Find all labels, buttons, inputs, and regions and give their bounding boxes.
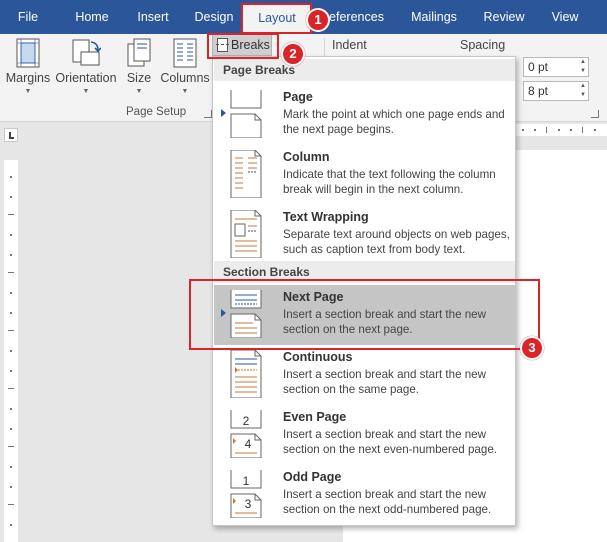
even-page-section-icon: 2 4	[230, 410, 262, 458]
menu-item-title: Text Wrapping	[283, 210, 369, 224]
ruler-tick	[8, 504, 14, 505]
orientation-icon	[72, 39, 101, 66]
ruler-tick	[10, 350, 12, 352]
menu-section-page-breaks: Page Breaks	[214, 59, 515, 81]
ruler-tick	[8, 388, 14, 389]
tab-design[interactable]: Design	[188, 0, 240, 34]
ruler-tick	[10, 196, 12, 198]
menu-item-odd-page[interactable]: 1 3 Odd Page Insert a section break and …	[214, 465, 515, 525]
annotation-badge-1: 1	[306, 8, 330, 32]
chevron-down-icon: ▼	[135, 88, 143, 95]
menu-item-title: Continuous	[283, 350, 353, 364]
annotation-badge-3: 3	[520, 336, 544, 360]
ruler-tick	[10, 234, 12, 236]
size-icon	[127, 38, 151, 67]
ruler-tick	[10, 292, 12, 294]
columns-button[interactable]: Columns ▼	[158, 34, 212, 100]
tab-insert[interactable]: Insert	[128, 0, 178, 34]
menu-item-description: Separate text around objects on web page…	[283, 228, 510, 256]
ruler-tick	[546, 127, 547, 133]
menu-item-page-break[interactable]: Page Mark the point at which one page en…	[214, 85, 515, 145]
spin-arrows-icon[interactable]: ▲ ▼	[580, 82, 586, 100]
tab-mailings[interactable]: Mailings	[404, 0, 464, 34]
menu-item-title: Even Page	[283, 410, 347, 424]
ruler-tick	[558, 129, 560, 131]
menu-item-description: Insert a section break and start the new…	[283, 428, 497, 456]
chevron-down-icon: ▼	[181, 88, 189, 95]
ruler-tick	[10, 312, 12, 314]
menu-item-continuous[interactable]: Continuous Insert a section break and st…	[214, 345, 515, 405]
annotation-badge-2: 2	[281, 42, 305, 66]
tab-view[interactable]: View	[544, 0, 586, 34]
page-setup-launcher-icon[interactable]	[204, 110, 212, 118]
spacing-before-value: 0 pt	[528, 60, 549, 74]
columns-icon	[173, 38, 197, 68]
tab-file[interactable]: File	[8, 0, 48, 34]
orientation-label: Orientation	[55, 71, 117, 85]
tab-review[interactable]: Review	[478, 0, 530, 34]
margins-icon	[16, 38, 40, 68]
text-wrapping-icon	[230, 210, 262, 258]
ruler-tick	[8, 330, 14, 331]
ruler-tick	[8, 446, 14, 447]
menu-item-description: Insert a section break and start the new…	[283, 368, 487, 396]
ruler-tick	[10, 176, 12, 178]
margins-button[interactable]: Margins ▼	[4, 34, 52, 100]
ruler-tick	[8, 272, 14, 273]
ruler-tick	[522, 129, 524, 131]
even-page-number-next: 4	[245, 437, 252, 451]
menu-item-even-page[interactable]: 2 4 Even Page Insert a section break and…	[214, 405, 515, 465]
tab-home[interactable]: Home	[68, 0, 116, 34]
odd-page-section-icon: 1 3	[230, 470, 262, 518]
spacing-label: Spacing	[460, 38, 506, 52]
menu-item-description: Mark the point at which one page ends an…	[283, 108, 505, 136]
ruler-tick	[10, 486, 12, 488]
page-break-icon	[230, 90, 262, 138]
even-page-number: 2	[243, 414, 250, 428]
ruler-tick	[10, 254, 12, 256]
ruler-tick	[582, 127, 583, 133]
menu-item-description: Indicate that the text following the col…	[283, 168, 496, 196]
spacing-before-input[interactable]: 0 pt ▲ ▼	[523, 57, 589, 77]
orientation-button[interactable]: Orientation ▼	[54, 34, 118, 100]
ruler-tick	[8, 214, 14, 215]
ruler-tick	[570, 129, 572, 131]
ruler-tick	[10, 466, 12, 468]
annotation-box-layout-tab	[241, 3, 312, 34]
size-button[interactable]: Size ▼	[120, 34, 158, 100]
ruler-tick	[10, 428, 12, 430]
menu-item-column-break[interactable]: Column Indicate that the text following …	[214, 145, 515, 205]
annotation-box-breaks	[207, 33, 279, 59]
page-setup-group-label: Page Setup	[126, 106, 187, 118]
menu-item-description: Insert a section break and start the new…	[283, 488, 492, 516]
ruler-tick	[534, 129, 536, 131]
menu-item-text-wrapping-break[interactable]: Text Wrapping Separate text around objec…	[214, 205, 515, 265]
columns-label: Columns	[160, 71, 210, 85]
spacing-after-value: 8 pt	[528, 84, 549, 98]
menu-item-title: Page	[283, 90, 313, 104]
ruler-tick	[10, 408, 12, 410]
column-break-icon	[230, 150, 262, 198]
ruler-tick	[594, 129, 596, 131]
pointer-icon	[221, 109, 226, 117]
odd-page-number-next: 3	[245, 497, 252, 511]
continuous-section-icon	[230, 350, 262, 398]
chevron-down-icon: ▼	[82, 88, 90, 95]
ruler-tick	[10, 370, 12, 372]
margins-label: Margins	[5, 71, 51, 85]
menu-item-title: Odd Page	[283, 470, 342, 484]
spin-arrows-icon[interactable]: ▲ ▼	[580, 58, 586, 76]
indent-label: Indent	[332, 38, 367, 52]
menu-item-title: Column	[283, 150, 330, 164]
paragraph-launcher-icon[interactable]	[591, 110, 599, 118]
tab-selector-icon[interactable]	[4, 128, 18, 142]
odd-page-number: 1	[243, 474, 250, 488]
size-label: Size	[126, 71, 152, 85]
chevron-down-icon: ▼	[24, 88, 32, 95]
spacing-after-input[interactable]: 8 pt ▲ ▼	[523, 81, 589, 101]
ruler-tick	[10, 524, 12, 526]
annotation-box-next-page	[189, 279, 540, 350]
